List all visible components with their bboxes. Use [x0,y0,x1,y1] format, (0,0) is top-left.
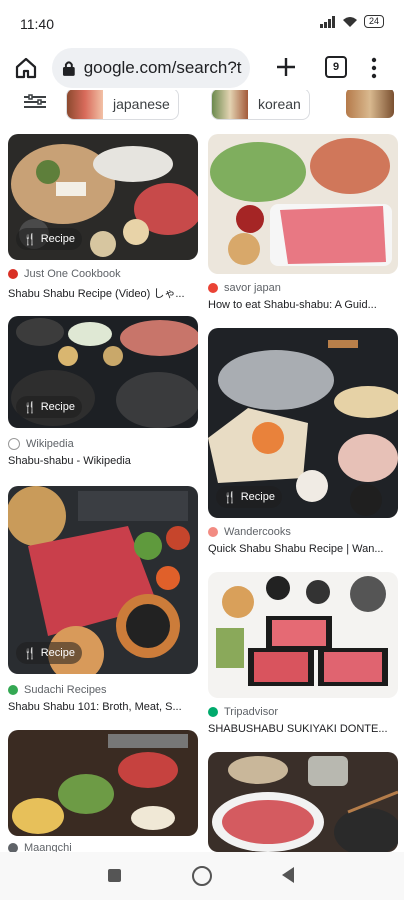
new-tab-icon[interactable] [273,54,299,80]
back-button[interactable] [282,867,294,883]
result-image[interactable] [208,134,398,274]
recipe-badge: 🍴 Recipe [16,642,82,664]
result-image[interactable]: 🍴 Recipe [8,134,198,260]
source-name: Tripadvisor [224,706,278,718]
chip-korean[interactable]: korean [211,90,310,120]
result-source: Wikipedia [8,438,74,450]
result-image[interactable]: 🍴 Recipe [8,316,198,428]
result-image[interactable] [8,730,198,836]
result-source: Sudachi Recipes [8,684,107,696]
result-source: Tripadvisor [208,706,278,718]
badge-label: Recipe [40,233,75,245]
result-image[interactable]: 🍴 Recipe [208,328,398,518]
result-photo [208,134,398,274]
result-image[interactable] [208,752,398,852]
chip-thumbnail-partial[interactable] [346,90,394,118]
result-source: Just One Cookbook [8,268,121,280]
recipe-badge: 🍴 Recipe [16,228,82,250]
source-name: Wikipedia [26,438,74,450]
filter-chips-row: japanese korean [0,90,404,124]
browser-toolbar: google.com/search?t 9 [0,46,404,90]
chip-japanese[interactable]: japanese [66,90,179,120]
address-bar[interactable]: google.com/search?t [52,48,250,88]
filter-icon[interactable] [24,94,46,110]
site-favicon [8,269,18,279]
site-favicon [8,685,18,695]
site-favicon [208,283,218,293]
result-title[interactable]: How to eat Shabu-shabu: A Guid... [208,299,398,311]
result-image[interactable]: 🍴 Recipe [8,486,198,674]
status-icons: 24 [319,15,384,28]
system-nav-bar [0,852,404,900]
source-name: Wandercooks [224,526,291,538]
result-title[interactable]: Shabu Shabu Recipe (Video) しゃ... [8,285,198,301]
result-title[interactable]: Shabu Shabu 101: Broth, Meat, S... [8,701,198,713]
result-photo [208,752,398,852]
battery-indicator: 24 [363,15,384,28]
site-favicon [208,527,218,537]
home-icon[interactable] [14,56,38,80]
chip-label: korean [258,96,301,112]
chip-thumbnail [67,90,103,119]
status-time: 11:40 [20,16,54,32]
result-title[interactable]: SHABUSHABU SUKIYAKI DONTE... [208,723,398,735]
utensils-icon: 🍴 [23,401,37,414]
result-source: Wandercooks [208,526,291,538]
recents-button[interactable] [108,869,121,882]
result-title[interactable]: Shabu-shabu - Wikipedia [8,455,198,467]
result-image[interactable] [208,572,398,698]
home-button[interactable] [192,866,212,886]
lock-icon [62,61,75,76]
recipe-badge: 🍴 Recipe [216,486,282,508]
badge-label: Recipe [40,401,75,413]
site-favicon [8,438,20,450]
source-name: Just One Cookbook [24,268,121,280]
wifi-icon [342,16,357,27]
status-bar: 11:40 24 [0,0,404,46]
result-photo [8,730,198,836]
utensils-icon: 🍴 [223,491,237,504]
more-vert-icon[interactable] [366,56,382,80]
tab-switcher-button[interactable]: 9 [325,56,347,78]
site-favicon [208,707,218,717]
signal-icon [319,15,335,28]
badge-label: Recipe [240,491,275,503]
result-photo [208,572,398,698]
result-source: savor japan [208,282,281,294]
chip-thumbnail [212,90,248,119]
recipe-badge: 🍴 Recipe [16,396,82,418]
utensils-icon: 🍴 [23,233,37,246]
result-title[interactable]: Quick Shabu Shabu Recipe | Wan... [208,543,398,555]
url-text[interactable]: google.com/search?t [84,58,250,78]
badge-label: Recipe [40,647,75,659]
source-name: savor japan [224,282,281,294]
source-name: Sudachi Recipes [24,684,107,696]
utensils-icon: 🍴 [23,647,37,660]
chip-label: japanese [113,96,170,112]
